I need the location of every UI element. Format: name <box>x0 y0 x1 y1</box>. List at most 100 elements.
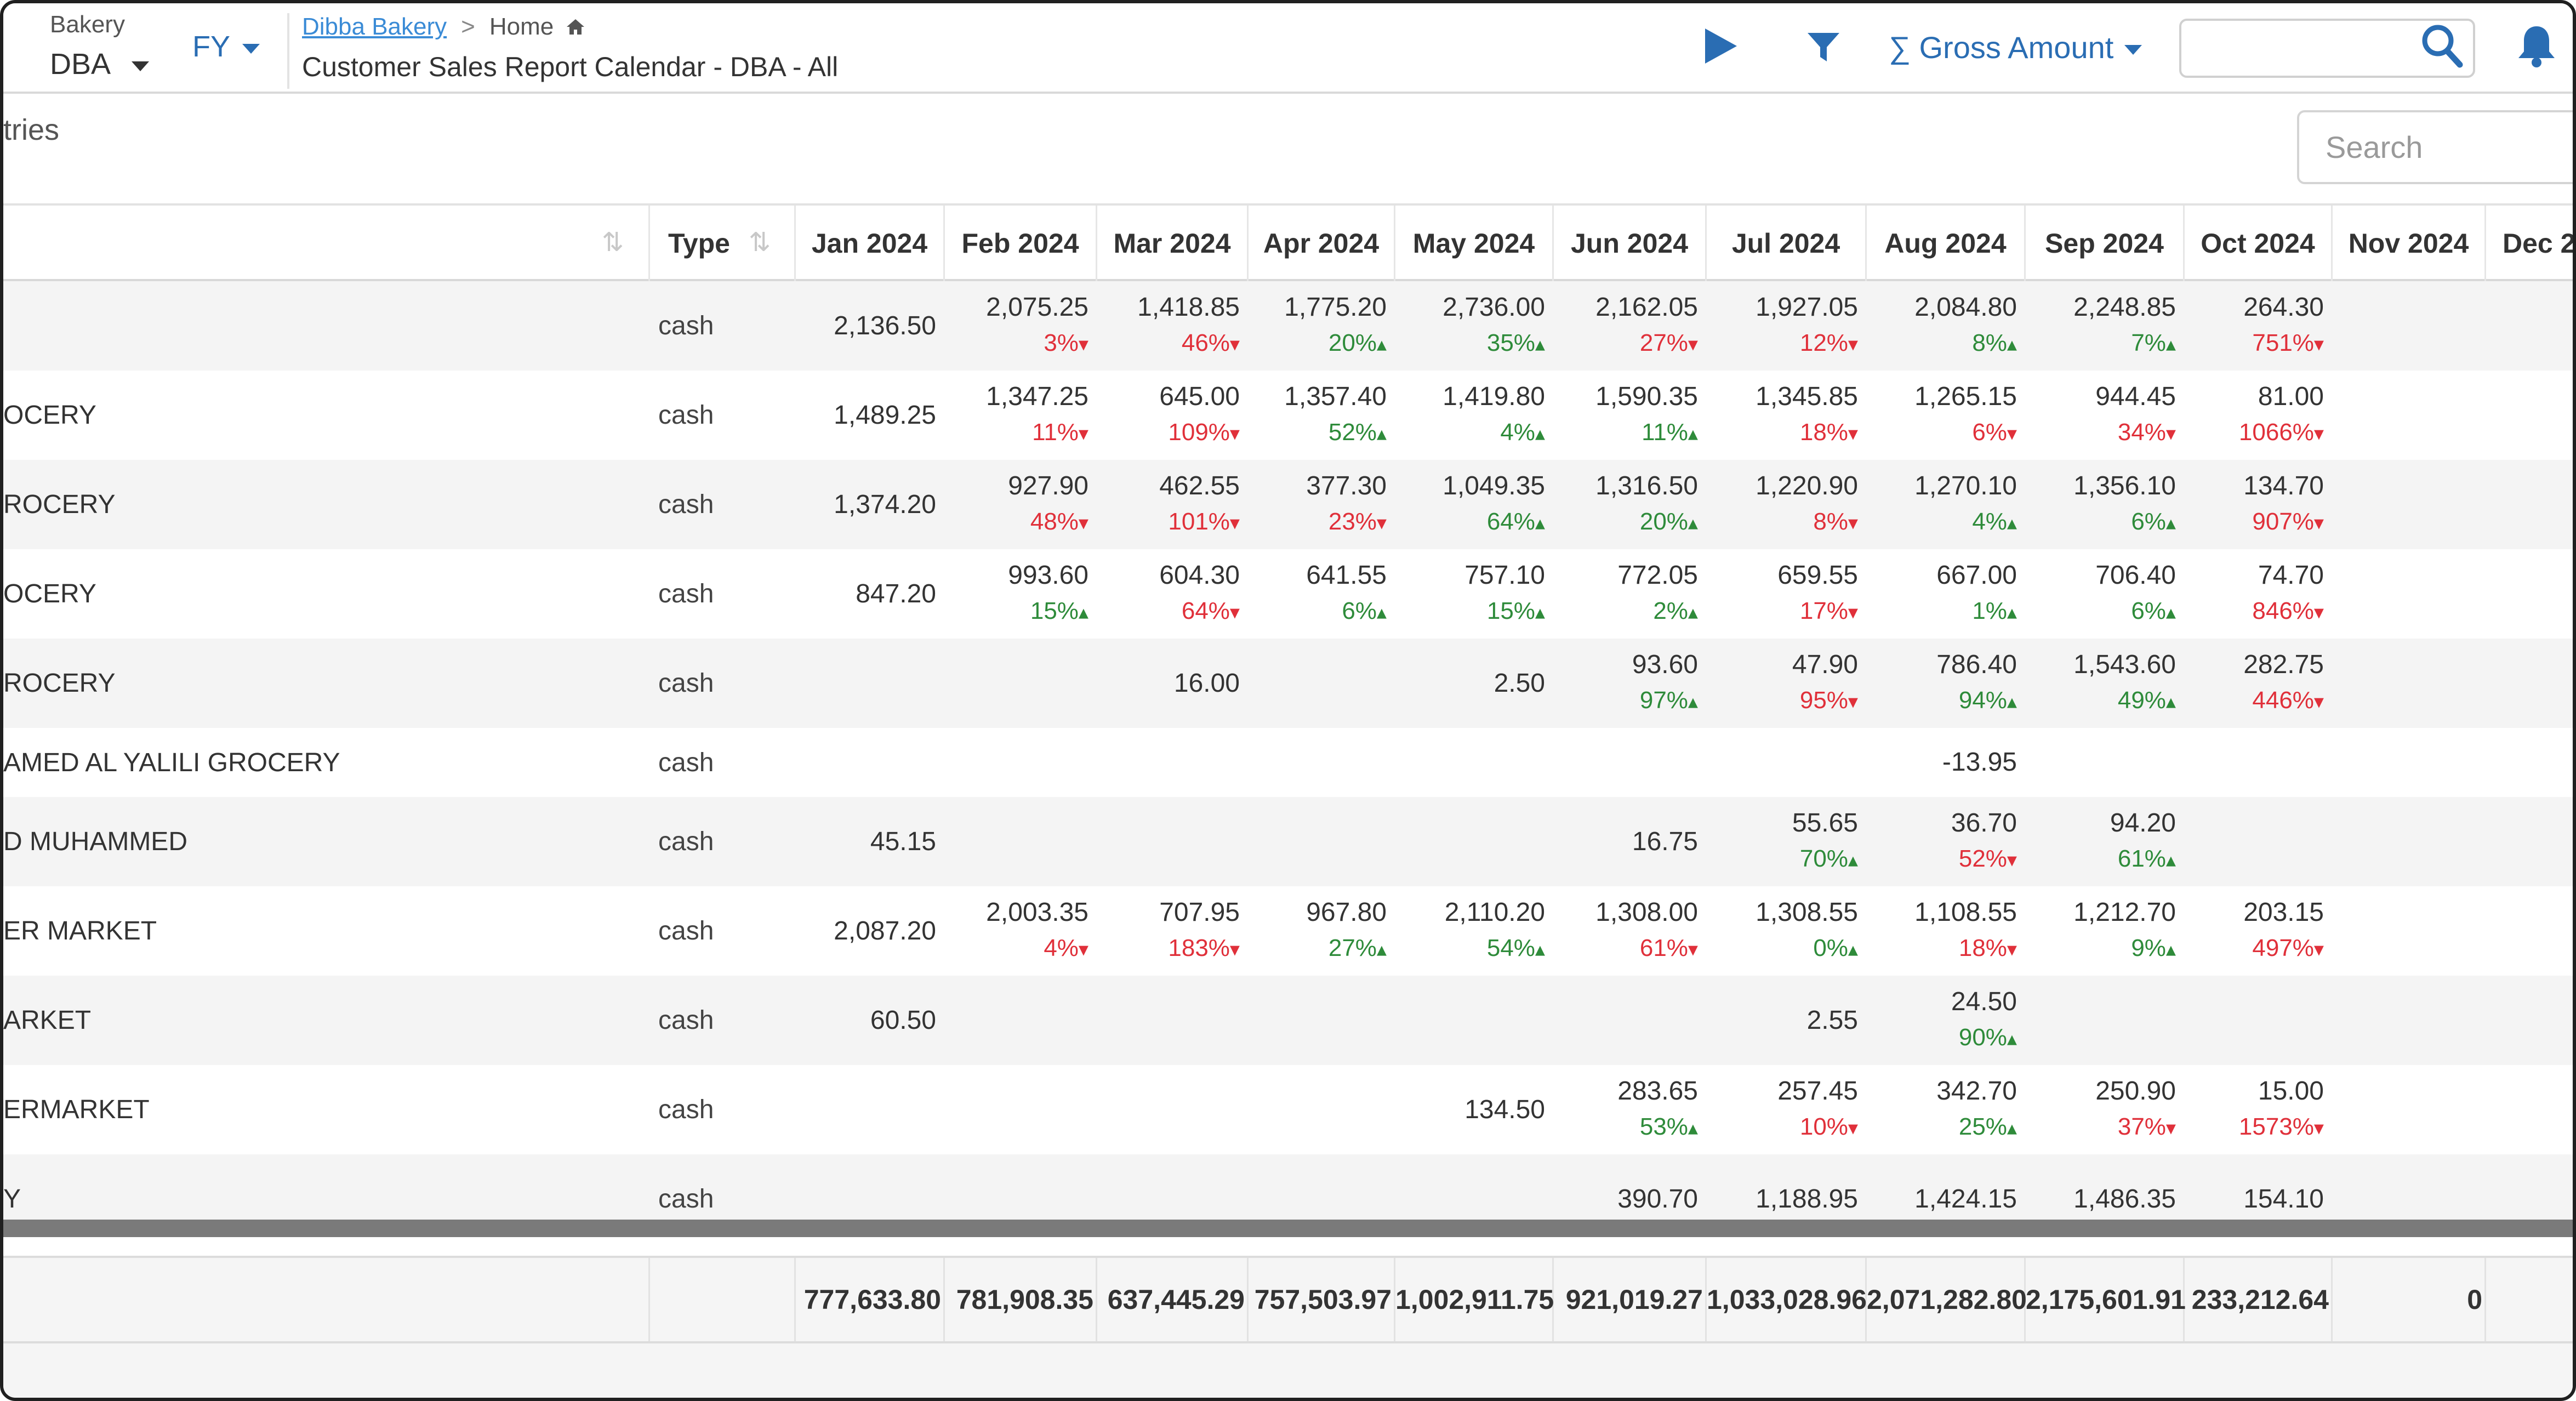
change-percent: 25%▴ <box>1959 1113 2017 1141</box>
breadcrumb-link[interactable]: Dibba Bakery <box>302 13 447 40</box>
column-header-aug[interactable]: Aug 2024 <box>1867 206 2026 281</box>
table-row[interactable]: ARKET cash 60.50 2.55 24.50 90%▴ <box>3 976 2573 1065</box>
table-row[interactable]: ER MARKET cash 2,087.20 2,003.35 4%▾ 707.95 18… <box>3 886 2573 976</box>
amount-value: 2,003.35 <box>986 898 1088 927</box>
change-percent-value: 6% <box>1972 419 2007 446</box>
amount-value: 604.30 <box>1159 561 1240 590</box>
table-row[interactable]: ERMARKET cash 134.50 283.65 53%▴ 257.45 10%▾ 34… <box>3 1065 2573 1154</box>
month-cell: 1,590.35 11%▴ <box>1554 371 1707 460</box>
arrow-down-icon: ▾ <box>2313 333 2324 355</box>
column-header-apr[interactable]: Apr 2024 <box>1249 206 1395 281</box>
column-header-customer[interactable]: ⇅ <box>3 206 650 281</box>
arrow-up-icon: ▴ <box>1535 938 1545 960</box>
column-header-jan[interactable]: Jan 2024 <box>796 206 945 281</box>
sort-icon[interactable]: ⇅ <box>749 226 771 259</box>
month-cell: 659.55 17%▾ <box>1707 549 1867 639</box>
arrow-up-icon: ▴ <box>1688 690 1698 713</box>
table-row[interactable]: D MUHAMMED cash 45.15 16.75 55.65 70%▴ 36.70 52… <box>3 797 2573 886</box>
change-percent: 183%▾ <box>1168 935 1240 962</box>
play-icon[interactable] <box>1705 29 1737 64</box>
arrow-up-icon: ▴ <box>1848 938 1858 960</box>
month-cell: 1,316.50 20%▴ <box>1554 460 1707 549</box>
arrow-down-icon: ▾ <box>2313 601 2324 623</box>
month-cell: 944.45 34%▾ <box>2026 371 2185 460</box>
company-select[interactable]: DBA <box>50 47 150 81</box>
column-header-nov[interactable]: Nov 2024 <box>2333 206 2486 281</box>
month-cell: 927.90 48%▾ <box>945 460 1097 549</box>
column-header-dec[interactable]: Dec 20 <box>2486 206 2573 281</box>
change-percent: 6%▴ <box>1342 597 1387 625</box>
divider <box>287 13 289 89</box>
table-row[interactable]: cash 2,136.50 2,075.25 3%▾ 1,418.85 46%▾ 1,775… <box>3 281 2573 371</box>
month-cell <box>2333 1154 2486 1220</box>
arrow-down-icon: ▾ <box>2313 1117 2324 1139</box>
change-percent-value: 6% <box>2131 508 2166 535</box>
change-percent: 20%▴ <box>1329 329 1387 357</box>
change-percent: 0%▴ <box>1813 935 1858 962</box>
search-icon[interactable] <box>2420 23 2463 68</box>
arrow-down-icon: ▾ <box>1229 601 1240 623</box>
amount-value: 927.90 <box>1008 471 1088 500</box>
month-cell: 74.70 846%▾ <box>2185 549 2333 639</box>
month-cell: 1,419.80 4%▴ <box>1395 371 1554 460</box>
customer-name: ER MARKET <box>3 916 157 946</box>
amount-value: 2,110.20 <box>1444 898 1545 927</box>
table-row[interactable]: ROCERY cash 1,374.20 927.90 48%▾ 462.55 101%▾ 3… <box>3 460 2573 549</box>
table-row[interactable]: ROCERY cash 16.00 2.50 93.60 97%▴ 47.90 95%▾ 786… <box>3 639 2573 728</box>
amount-value: 2,162.05 <box>1595 293 1698 322</box>
breadcrumb-home[interactable]: Home <box>489 13 554 40</box>
table-row[interactable]: OCERY cash 1,489.25 1,347.25 11%▾ 645.00 109%▾… <box>3 371 2573 460</box>
amount-value: 1,356.10 <box>2073 471 2176 500</box>
amount-value: 1,108.55 <box>1914 898 2017 927</box>
column-header-jun[interactable]: Jun 2024 <box>1554 206 1707 281</box>
column-header-mar[interactable]: Mar 2024 <box>1097 206 1249 281</box>
column-header-may[interactable]: May 2024 <box>1395 206 1554 281</box>
month-cell <box>945 797 1097 886</box>
month-cell <box>2486 728 2573 797</box>
month-cell <box>2333 797 2486 886</box>
amount-value: 16.75 <box>1632 827 1698 856</box>
column-header-oct[interactable]: Oct 2024 <box>2185 206 2333 281</box>
arrow-down-icon: ▾ <box>1848 511 1858 534</box>
arrow-down-icon: ▾ <box>1229 422 1240 445</box>
total-cell: 1,002,911.75 <box>1395 1258 1554 1341</box>
column-header-type[interactable]: Type ⇅ <box>650 206 796 281</box>
company-label: Bakery <box>50 11 125 38</box>
arrow-down-icon: ▾ <box>2313 690 2324 713</box>
filter-icon[interactable] <box>1806 31 1840 65</box>
change-percent: 95%▾ <box>1800 687 1858 714</box>
measure-select[interactable]: ∑ Gross Amount <box>1889 30 2142 65</box>
app-window: Bakery DBA FY Dibba Bakery > Home Customer… <box>0 0 2576 1401</box>
amount-value: 24.50 <box>1951 987 2017 1016</box>
amount-value: 283.65 <box>1617 1077 1698 1106</box>
total-cell: 233,212.64 <box>2185 1258 2333 1341</box>
month-cell: 1,356.10 6%▴ <box>2026 460 2185 549</box>
bell-icon[interactable] <box>2516 24 2557 69</box>
change-percent: 52%▾ <box>1959 845 2017 873</box>
column-header-feb[interactable]: Feb 2024 <box>945 206 1097 281</box>
change-percent-value: 20% <box>1639 508 1688 535</box>
entries-label: tries <box>3 113 60 146</box>
month-cell: 45.15 <box>796 797 945 886</box>
table-row[interactable]: OCERY cash 847.20 993.60 15%▴ 604.30 64%▾ 641.5… <box>3 549 2573 639</box>
arrow-down-icon: ▾ <box>1848 601 1858 623</box>
month-cell: 772.05 2%▴ <box>1554 549 1707 639</box>
month-cell <box>2333 281 2486 371</box>
amount-value: 390.70 <box>1617 1184 1698 1214</box>
column-header-sep[interactable]: Sep 2024 <box>2026 206 2185 281</box>
arrow-up-icon: ▴ <box>1688 511 1698 534</box>
column-header-jul[interactable]: Jul 2024 <box>1707 206 1867 281</box>
table-row[interactable]: Ycash 390.70 1,188.95 1,424.15 1,486.35 154.1… <box>3 1154 2573 1220</box>
horizontal-scrollbar[interactable] <box>3 1220 2573 1237</box>
arrow-up-icon: ▴ <box>2165 511 2176 534</box>
change-percent: 17%▾ <box>1800 597 1858 625</box>
customer-name: Y <box>3 1184 21 1214</box>
month-cell: 1,308.00 61%▾ <box>1554 886 1707 976</box>
period-select[interactable]: FY <box>192 30 260 64</box>
table-row[interactable]: AMED AL YALILI GROCERY cash -13.95 <box>3 728 2573 797</box>
month-cell: 2,136.50 <box>796 281 945 371</box>
change-percent-value: 18% <box>1958 935 2007 961</box>
table-search-input[interactable] <box>2297 110 2573 184</box>
sort-icon[interactable]: ⇅ <box>602 226 624 259</box>
change-percent-value: 37% <box>2117 1113 2166 1140</box>
